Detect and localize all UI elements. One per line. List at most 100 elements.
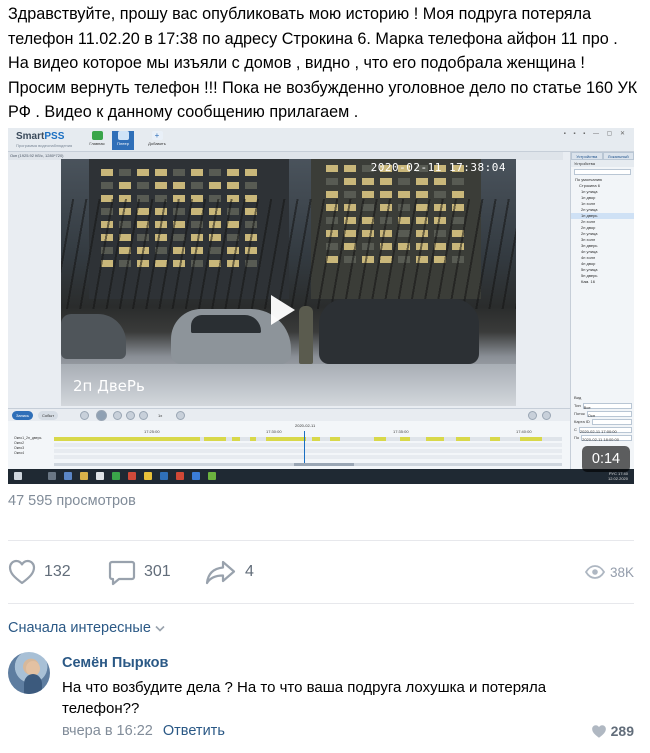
eye-icon — [584, 565, 605, 579]
timeline-track — [54, 455, 562, 459]
app-tab-label: Главная — [89, 141, 105, 146]
views-short: 38K — [609, 564, 634, 580]
filter-value: Осн — [586, 411, 632, 418]
filter-row: Поток Осн — [571, 410, 634, 418]
snapshot-icon — [528, 411, 537, 420]
app-tab-home: Главная — [86, 131, 108, 150]
os-taskbar: РУС 17:40 12.02.2020 — [8, 469, 634, 484]
filter-label: Поток — [574, 411, 585, 416]
timeline-time: 17:25:00 — [144, 429, 160, 434]
filter-label: Карта ID — [574, 419, 590, 424]
parked-car-left — [61, 314, 126, 359]
rewind-icon — [80, 411, 89, 420]
taskbar-app-icon — [160, 472, 168, 480]
taskbar-app-icon — [144, 472, 152, 480]
share-button[interactable]: 4 — [205, 556, 254, 588]
post-text: Здравствуйте, прошу вас опубликовать мою… — [8, 5, 638, 121]
heart-icon — [8, 559, 36, 585]
comment-text: На что возбудите дела ? На то что ваша п… — [62, 679, 547, 717]
device-tree: По умолчанию Строкина 6 1п улица 1п двор 1п … — [571, 177, 634, 285]
comment-like-count: 289 — [610, 723, 634, 739]
taskbar-app-icon — [208, 472, 216, 480]
filter-row: По 2020-02-11 18:00:00 — [571, 434, 634, 442]
home-icon — [91, 131, 103, 140]
filter-label: С — [574, 427, 577, 432]
camera-frame: 2020-02-11 17:38:04 2п ДвеРь — [61, 159, 516, 406]
pause-icon — [96, 410, 107, 421]
filter-value — [591, 419, 632, 425]
car-window — [191, 315, 261, 333]
app-logo: SmartPSS Программа видеонаблюдения — [16, 131, 72, 148]
record-toggle: Запись — [12, 411, 34, 420]
view-row: Вид — [571, 394, 634, 402]
comment-author[interactable]: Семён Пырков — [62, 655, 168, 671]
device-panel: Устройства Локальный Устройства По умолч… — [570, 152, 634, 484]
divider — [8, 603, 634, 604]
view-label: Вид — [574, 395, 582, 400]
comments-sort[interactable]: Сначала интересные — [8, 620, 165, 636]
timeline-date: 2020-02-11 — [295, 423, 316, 428]
timeline-time: 17:30:00 — [266, 429, 282, 434]
forward-icon — [126, 411, 135, 420]
heart-icon — [591, 724, 606, 738]
taskbar-app-icon — [112, 472, 120, 480]
person-figure — [299, 306, 313, 364]
comments-sort-label: Сначала интересные — [8, 620, 151, 636]
camera-label: 2п ДвеРь — [73, 377, 145, 395]
tree-item: Кам. 16 — [581, 279, 595, 284]
taskbar-app-icon — [48, 472, 56, 480]
event-toggle: Событ — [38, 411, 59, 420]
share-icon — [205, 560, 236, 585]
reply-button[interactable]: Ответить — [163, 723, 225, 739]
app-tab-player: Плеер — [112, 131, 134, 150]
comment-like-button[interactable]: 289 — [591, 723, 634, 739]
filter-value: Все — [582, 403, 632, 410]
device-search — [574, 169, 631, 175]
zoom-icon — [176, 411, 185, 420]
timeline-scrollbar — [54, 463, 562, 466]
frame-step-icon — [139, 411, 148, 420]
play-icon[interactable] — [271, 295, 295, 325]
logo-sub: Программа видеонаблюдения — [16, 143, 73, 148]
view-count: 47 595 просмотров — [8, 493, 136, 509]
playback-controls: Запись Событ 1x — [8, 408, 570, 421]
filter-row: Тип Все — [571, 402, 634, 410]
like-count: 132 — [44, 563, 71, 580]
video-player[interactable]: SmartPSS Программа видеонаблюдения Главн… — [8, 128, 634, 484]
avatar[interactable] — [8, 652, 50, 694]
camera-timestamp: 2020-02-11 17:38:04 — [370, 161, 506, 174]
timeline-track — [54, 449, 562, 453]
app-tab-add: + Добавить — [146, 131, 168, 150]
timeline: 2020-02-11 17:25:00 17:30:00 17:35:00 17… — [8, 421, 570, 469]
app-tab-label: Плеер — [117, 141, 129, 146]
comment-meta: вчера в 16:22 Ответить — [62, 723, 225, 739]
taskbar-app-icon — [80, 472, 88, 480]
taskbar-app-icon — [128, 472, 136, 480]
like-button[interactable]: 132 — [8, 556, 71, 588]
playback-filters: Вид Тип Все Поток Осн Карта ID С 2020-02-11 17… — [571, 394, 634, 442]
comment-count: 301 — [144, 563, 171, 580]
post-actions: 132 301 4 38K — [8, 556, 638, 588]
window-controls: ▪ ▪ ▪ — ▢ ✕ — [563, 131, 628, 137]
tab-devices: Устройства — [571, 152, 603, 160]
start-icon — [14, 472, 22, 480]
share-count: 4 — [245, 563, 254, 580]
taskbar-app-icon — [96, 472, 104, 480]
bare-trees — [61, 199, 516, 309]
logo-main: Smart — [16, 131, 45, 142]
tab-local: Локальный — [602, 152, 634, 160]
video-duration: 0:14 — [582, 446, 630, 472]
taskbar-clock: РУС 17:40 12.02.2020 — [608, 471, 628, 481]
timeline-cursor — [304, 431, 305, 463]
views-indicator: 38K — [584, 556, 634, 588]
volume-icon — [542, 411, 551, 420]
taskbar-app-icon — [176, 472, 184, 480]
timeline-time: 17:35:00 — [393, 429, 409, 434]
taskbar-app-icon — [192, 472, 200, 480]
stop-icon — [113, 411, 122, 420]
comment-button[interactable]: 301 — [108, 556, 171, 588]
timeline-time: 17:40:00 — [516, 429, 532, 434]
filter-value: 2020-02-11 17:00:00 — [578, 427, 632, 434]
comment-time[interactable]: вчера в 16:22 — [62, 723, 153, 739]
parked-car-dark — [319, 299, 479, 364]
